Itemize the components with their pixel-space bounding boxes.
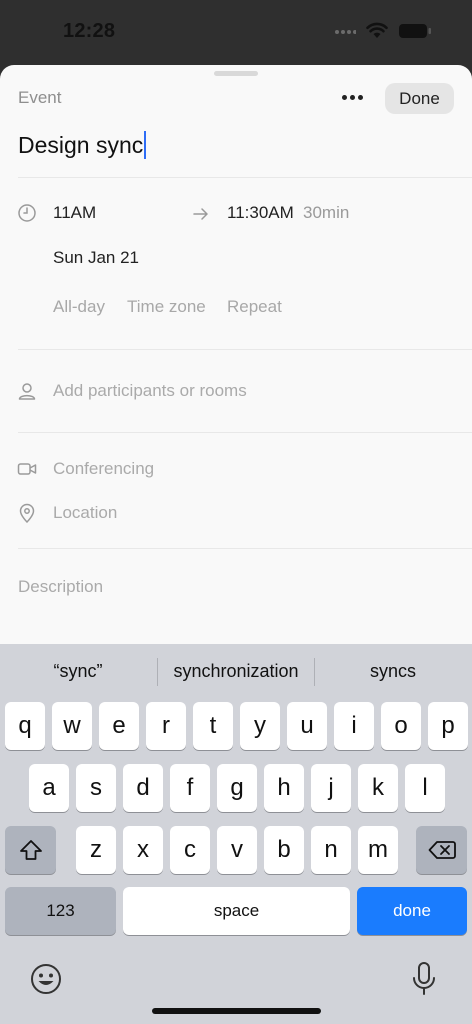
- divider: [18, 548, 472, 549]
- video-camera-icon: [16, 458, 38, 480]
- key-o[interactable]: o: [381, 702, 421, 750]
- space-key[interactable]: space: [123, 887, 350, 935]
- end-time[interactable]: 11:30AM: [227, 203, 294, 223]
- key-g[interactable]: g: [217, 764, 257, 812]
- divider: [18, 349, 472, 350]
- time-zone-button[interactable]: Time zone: [127, 297, 206, 317]
- description-input[interactable]: Description: [18, 577, 103, 597]
- key-z[interactable]: z: [76, 826, 116, 874]
- duration-label: 30min: [303, 203, 350, 222]
- clock-icon: [16, 202, 38, 224]
- more-dot-icon: [357, 94, 363, 100]
- key-j[interactable]: j: [311, 764, 351, 812]
- participants-input[interactable]: Add participants or rooms: [53, 381, 247, 401]
- key-s[interactable]: s: [76, 764, 116, 812]
- key-n[interactable]: n: [311, 826, 351, 874]
- divider: [18, 177, 472, 178]
- suggestion-divider: [314, 658, 315, 686]
- sheet-type-label: Event: [18, 88, 62, 107]
- suggestion-item[interactable]: “sync”: [3, 661, 153, 682]
- more-options-button[interactable]: [338, 85, 366, 109]
- all-day-toggle[interactable]: All-day: [53, 297, 105, 317]
- suggestion-divider: [157, 658, 158, 686]
- status-icons: [334, 22, 432, 40]
- conferencing-input[interactable]: Conferencing: [53, 459, 154, 479]
- microphone-icon[interactable]: [410, 961, 438, 997]
- key-i[interactable]: i: [334, 702, 374, 750]
- return-done-key[interactable]: done: [357, 887, 467, 935]
- start-time[interactable]: 11AM: [53, 203, 96, 223]
- key-c[interactable]: c: [170, 826, 210, 874]
- event-date[interactable]: Sun Jan 21: [53, 248, 139, 268]
- keyboard: “sync” synchronization syncs q w e r t y…: [0, 644, 472, 1024]
- key-e[interactable]: e: [99, 702, 139, 750]
- location-input[interactable]: Location: [53, 503, 117, 523]
- key-h[interactable]: h: [264, 764, 304, 812]
- text-caret: [144, 131, 147, 159]
- key-a[interactable]: a: [29, 764, 69, 812]
- person-icon: [16, 380, 38, 402]
- key-v[interactable]: v: [217, 826, 257, 874]
- key-r[interactable]: r: [146, 702, 186, 750]
- key-q[interactable]: q: [5, 702, 45, 750]
- arrow-right-icon: [193, 208, 208, 220]
- divider: [18, 432, 472, 433]
- backspace-icon: [428, 841, 456, 859]
- more-dot-icon: [349, 94, 355, 100]
- event-title-text: Design sync: [18, 131, 144, 158]
- shift-key[interactable]: [5, 826, 56, 874]
- key-b[interactable]: b: [264, 826, 304, 874]
- key-m[interactable]: m: [358, 826, 398, 874]
- event-sheet: Event Done Design sync 11AM 11:30AM 30mi…: [0, 65, 472, 665]
- suggestion-item[interactable]: synchronization: [161, 661, 311, 682]
- numbers-key[interactable]: 123: [5, 887, 116, 935]
- status-bar: 12:28: [0, 0, 472, 64]
- key-d[interactable]: d: [123, 764, 163, 812]
- sheet-grabber[interactable]: [214, 71, 258, 76]
- key-u[interactable]: u: [287, 702, 327, 750]
- key-x[interactable]: x: [123, 826, 163, 874]
- repeat-button[interactable]: Repeat: [227, 297, 282, 317]
- key-k[interactable]: k: [358, 764, 398, 812]
- battery-icon: [399, 24, 431, 38]
- done-button[interactable]: Done: [385, 83, 454, 114]
- emoji-icon[interactable]: [28, 961, 64, 997]
- key-t[interactable]: t: [193, 702, 233, 750]
- key-l[interactable]: l: [405, 764, 445, 812]
- home-indicator[interactable]: [152, 1008, 321, 1014]
- key-f[interactable]: f: [170, 764, 210, 812]
- wifi-icon: [366, 22, 388, 38]
- more-dot-icon: [341, 94, 347, 100]
- shift-icon: [19, 840, 42, 860]
- event-title-input[interactable]: Design sync: [18, 131, 147, 159]
- backspace-key[interactable]: [416, 826, 467, 874]
- key-y[interactable]: y: [240, 702, 280, 750]
- status-time: 12:28: [63, 20, 116, 42]
- cellular-signal-icon: [335, 30, 356, 34]
- key-p[interactable]: p: [428, 702, 468, 750]
- suggestion-bar: “sync” synchronization syncs: [0, 644, 472, 700]
- key-w[interactable]: w: [52, 702, 92, 750]
- suggestion-item[interactable]: syncs: [318, 661, 468, 682]
- location-pin-icon: [16, 502, 38, 524]
